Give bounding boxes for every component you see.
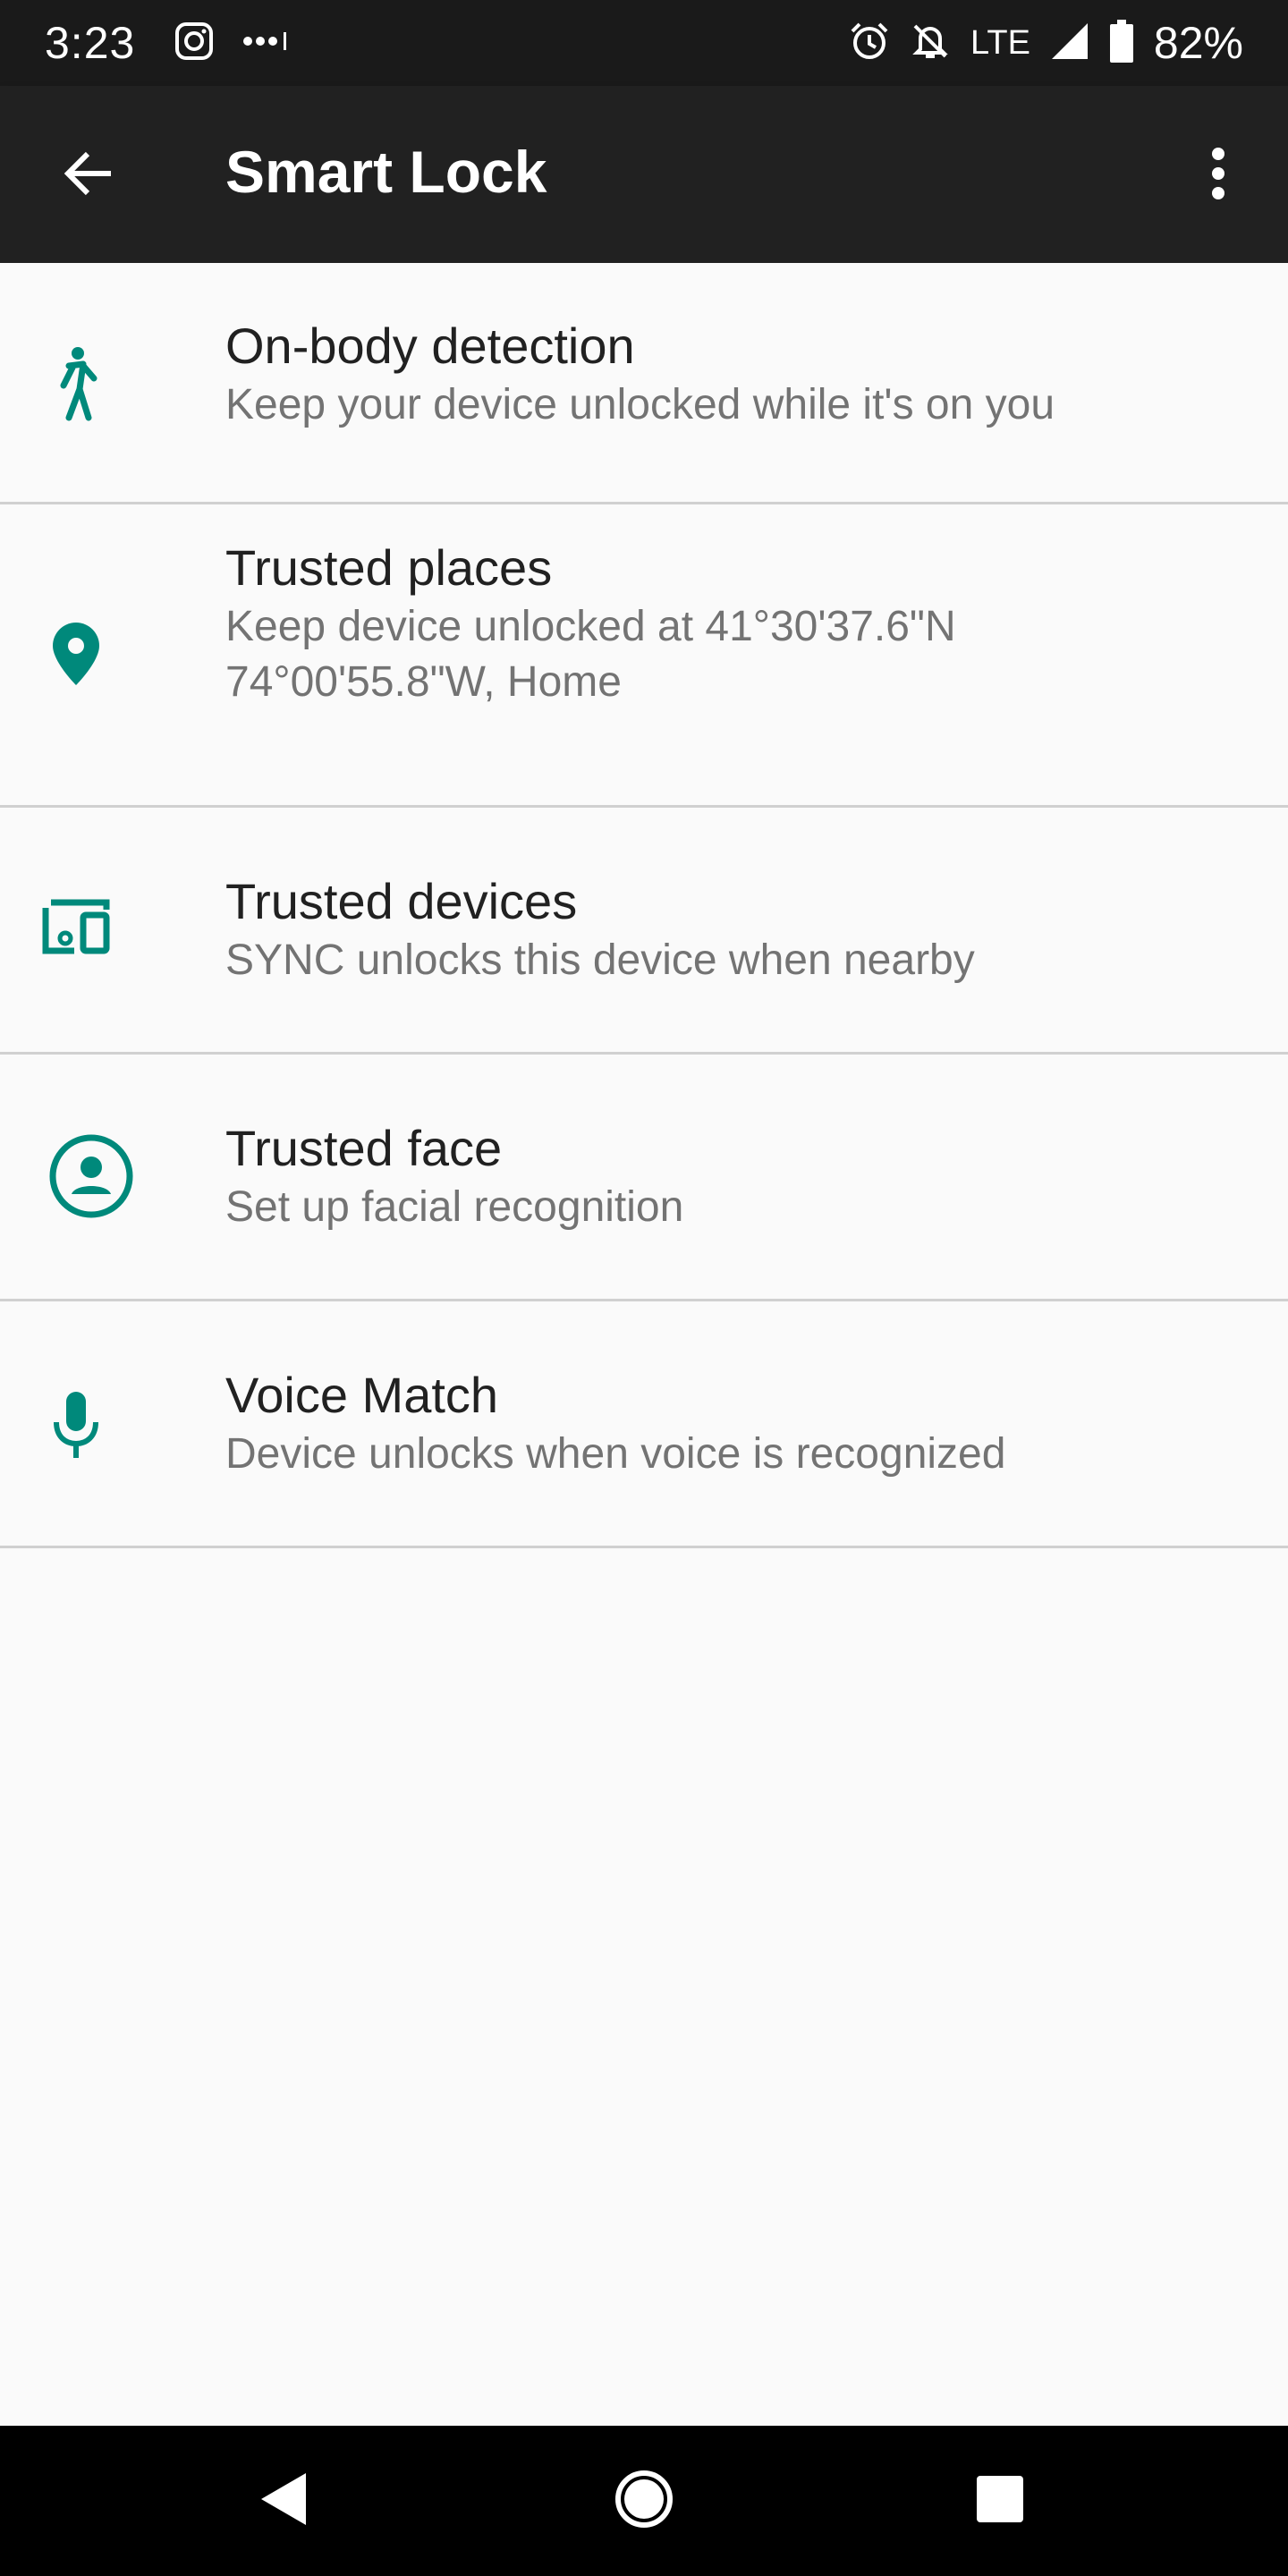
item-title: Trusted places [225, 539, 553, 596]
recents-square-icon [975, 2474, 1025, 2529]
battery-icon [1109, 19, 1134, 67]
list-item-trusted-devices[interactable]: Trusted devices SYNC unlocks this device… [0, 808, 1288, 1055]
list-item-on-body-detection[interactable]: On-body detection Keep your device unloc… [0, 263, 1288, 504]
nav-home-button[interactable] [608, 2465, 680, 2537]
location-pin-icon [36, 614, 116, 694]
nav-recents-button[interactable] [964, 2465, 1036, 2537]
list-item-trusted-places[interactable]: Trusted places Keep device unlocked at 4… [0, 504, 1288, 808]
item-title: Trusted face [225, 1120, 503, 1176]
item-subtitle: Device unlocks when voice is recognized [225, 1430, 1006, 1478]
list-item-voice-match[interactable]: Voice Match Device unlocks when voice is… [0, 1301, 1288, 1548]
network-type: LTE [970, 23, 1030, 62]
nav-back-button[interactable] [249, 2465, 320, 2537]
back-button[interactable] [55, 143, 120, 208]
signal-icon [1050, 21, 1089, 65]
app-bar: Smart Lock [0, 86, 1288, 263]
page-title: Smart Lock [225, 139, 547, 205]
overflow-menu-button[interactable] [1191, 141, 1245, 209]
instagram-icon [174, 21, 214, 65]
battery-percent: 82% [1153, 18, 1243, 68]
item-subtitle: Keep your device unlocked while it's on … [225, 381, 1055, 428]
status-time: 3:23 [45, 18, 136, 68]
back-triangle-icon [258, 2471, 311, 2531]
list-item-trusted-face[interactable]: Trusted face Set up facial recognition [0, 1055, 1288, 1301]
devices-icon [36, 886, 116, 967]
notifications-off-icon [910, 21, 951, 66]
item-title: Trusted devices [225, 873, 578, 929]
alarm-icon [849, 21, 890, 66]
smart-lock-options-list: On-body detection Keep your device unloc… [0, 263, 1288, 1548]
item-title: On-body detection [225, 318, 635, 374]
item-subtitle: Set up facial recognition [225, 1183, 684, 1231]
status-bar: 3:23 LTE 82% [0, 0, 1288, 86]
home-circle-icon [614, 2469, 674, 2534]
arrow-back-icon [61, 147, 114, 205]
item-subtitle: SYNC unlocks this device when nearby [225, 936, 975, 984]
face-icon [48, 1133, 134, 1219]
more-vert-icon [1209, 147, 1227, 205]
item-subtitle: Keep device unlocked at 41°30'37.6"N 74°… [225, 603, 956, 706]
walk-icon [36, 343, 116, 424]
more-dots-icon [241, 28, 294, 59]
mic-icon [36, 1385, 116, 1466]
navigation-bar [0, 2426, 1288, 2576]
item-title: Voice Match [225, 1367, 499, 1423]
